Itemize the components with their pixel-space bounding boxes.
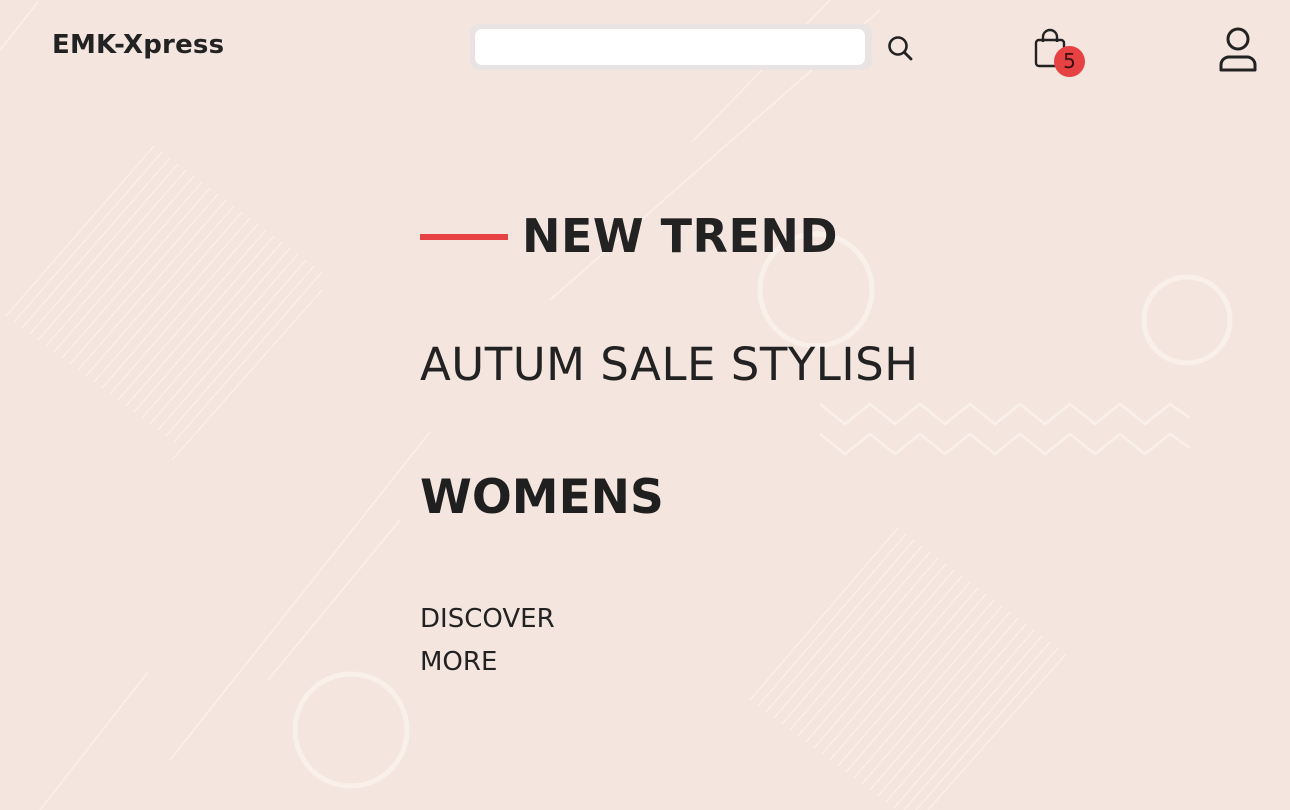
background-decoration [0, 0, 1233, 810]
hero-subtitle: AUTUM SALE STYLISH [420, 338, 919, 391]
accent-line [420, 234, 508, 240]
brand-logo[interactable]: EMK-Xpress [52, 30, 224, 60]
discover-more-link[interactable]: DISCOVER MORE [420, 598, 590, 684]
account-button[interactable] [1212, 26, 1264, 74]
search-button[interactable] [884, 32, 916, 64]
user-icon [1219, 27, 1257, 72]
eyebrow-text: NEW TREND [522, 209, 839, 263]
cart-button[interactable]: 5 [1030, 28, 1090, 78]
cart-count-badge: 5 [1054, 46, 1085, 77]
hero-page: EMK-Xpress 5 NEW TREND AUTUM SALE STYLIS… [0, 0, 1290, 810]
search-bar [470, 24, 872, 70]
search-icon [888, 36, 913, 61]
cta-line-1: DISCOVER [420, 604, 555, 634]
cta-line-2: MORE [420, 647, 498, 677]
hero-eyebrow: NEW TREND [420, 206, 838, 266]
hero-headline: WOMENS [420, 470, 664, 525]
search-input[interactable] [475, 29, 865, 65]
